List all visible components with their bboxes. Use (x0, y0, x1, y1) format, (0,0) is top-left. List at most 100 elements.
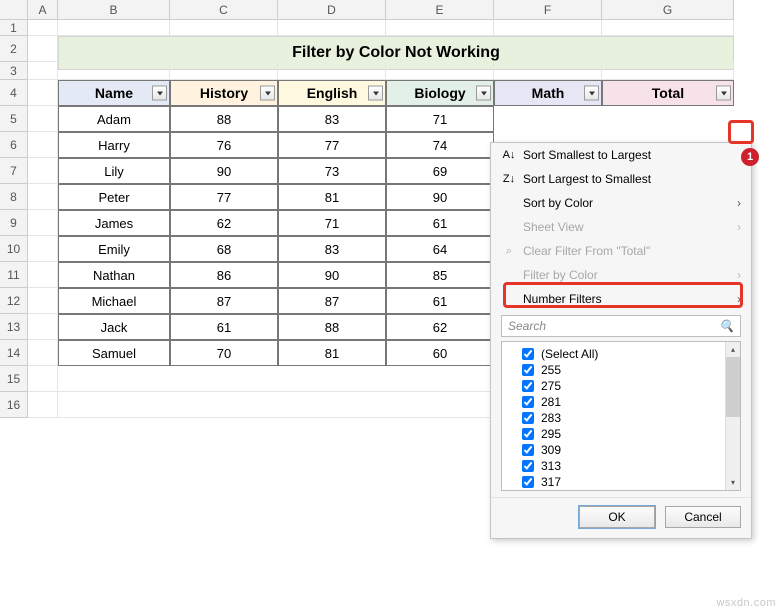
table-row[interactable]: 83 (278, 236, 386, 262)
table-row[interactable]: 88 (278, 314, 386, 340)
menu-sort-by-color[interactable]: Sort by Color › (491, 191, 751, 215)
row-6[interactable]: 6 (0, 132, 28, 158)
cancel-button[interactable]: Cancel (665, 506, 741, 528)
table-row[interactable]: Peter (58, 184, 170, 210)
table-row[interactable]: 86 (170, 262, 278, 288)
table-row[interactable]: 77 (278, 132, 386, 158)
table-row[interactable]: Lily (58, 158, 170, 184)
filter-dropdown-biology[interactable] (476, 86, 491, 101)
row-5[interactable]: 5 (0, 106, 28, 132)
checkbox-option[interactable] (522, 476, 534, 488)
table-row[interactable]: Jack (58, 314, 170, 340)
table-row[interactable]: 81 (278, 340, 386, 366)
row-13[interactable]: 13 (0, 314, 28, 340)
filter-dropdown-history[interactable] (260, 86, 275, 101)
col-G[interactable]: G (602, 0, 734, 20)
header-english: English (278, 80, 386, 106)
checkbox-option[interactable] (522, 396, 534, 408)
table-row[interactable]: Emily (58, 236, 170, 262)
header-total: Total (602, 80, 734, 106)
row-1[interactable]: 1 (0, 20, 28, 36)
table-row[interactable]: 73 (278, 158, 386, 184)
scroll-up-icon[interactable]: ▴ (726, 342, 740, 357)
table-row[interactable]: 90 (170, 158, 278, 184)
scroll-down-icon[interactable]: ▾ (726, 475, 740, 490)
filter-dropdown-name[interactable] (152, 86, 167, 101)
table-row[interactable]: 60 (386, 340, 494, 366)
table-row[interactable]: 64 (386, 236, 494, 262)
row-2[interactable]: 2 (0, 36, 28, 62)
table-row[interactable]: 61 (170, 314, 278, 340)
table-row[interactable]: 77 (170, 184, 278, 210)
ok-button[interactable]: OK (579, 506, 655, 528)
table-row[interactable]: 71 (278, 210, 386, 236)
filter-dropdown-math[interactable] (584, 86, 599, 101)
table-row[interactable]: 90 (386, 184, 494, 210)
table-row[interactable]: 90 (278, 262, 386, 288)
table-row[interactable]: 88 (170, 106, 278, 132)
row-10[interactable]: 10 (0, 236, 28, 262)
table-row[interactable]: 83 (278, 106, 386, 132)
chevron-right-icon: › (737, 268, 741, 282)
col-B[interactable]: B (58, 0, 170, 20)
row-3[interactable]: 3 (0, 62, 28, 80)
table-row[interactable]: 71 (386, 106, 494, 132)
table-row[interactable]: Nathan (58, 262, 170, 288)
checkbox-option[interactable] (522, 444, 534, 456)
table-row[interactable]: Adam (58, 106, 170, 132)
row-9[interactable]: 9 (0, 210, 28, 236)
row-11[interactable]: 11 (0, 262, 28, 288)
menu-sort-asc[interactable]: A↓ Sort Smallest to Largest (491, 143, 751, 167)
table-row[interactable]: 68 (170, 236, 278, 262)
filter-values-list[interactable]: (Select All) 255275281283295309313317 ▴ … (501, 341, 741, 491)
col-F[interactable]: F (494, 0, 602, 20)
table-row[interactable]: 62 (170, 210, 278, 236)
col-A[interactable]: A (28, 0, 58, 20)
header-history: History (170, 80, 278, 106)
scrollbar[interactable]: ▴ ▾ (725, 342, 740, 490)
row-headers: 1 2 3 4 5 6 7 8 9 10 11 12 13 14 15 16 (0, 20, 28, 418)
checkbox-option[interactable] (522, 364, 534, 376)
checkbox-select-all[interactable] (522, 348, 534, 360)
table-row[interactable]: 61 (386, 288, 494, 314)
table-row[interactable]: 74 (386, 132, 494, 158)
table-row[interactable]: 69 (386, 158, 494, 184)
chevron-right-icon: › (737, 196, 741, 210)
filter-search-input[interactable]: Search 🔍 (501, 315, 741, 337)
row-4[interactable]: 4 (0, 80, 28, 106)
column-headers: A B C D E F G (0, 0, 734, 20)
menu-sort-desc[interactable]: Z↓ Sort Largest to Smallest (491, 167, 751, 191)
table-row[interactable]: 87 (170, 288, 278, 314)
table-row[interactable]: James (58, 210, 170, 236)
table-row[interactable]: 76 (170, 132, 278, 158)
table-row[interactable]: Samuel (58, 340, 170, 366)
table-row[interactable]: Michael (58, 288, 170, 314)
checkbox-option[interactable] (522, 380, 534, 392)
table-row[interactable]: 81 (278, 184, 386, 210)
scroll-thumb[interactable] (726, 357, 740, 417)
checkbox-option[interactable] (522, 428, 534, 440)
table-row[interactable]: Harry (58, 132, 170, 158)
filter-dropdown-total[interactable] (716, 86, 731, 101)
menu-clear-filter: ⌕ Clear Filter From "Total" (491, 239, 751, 263)
table-row[interactable]: 87 (278, 288, 386, 314)
checkbox-option[interactable] (522, 412, 534, 424)
table-row[interactable]: 62 (386, 314, 494, 340)
row-12[interactable]: 12 (0, 288, 28, 314)
header-name: Name (58, 80, 170, 106)
row-8[interactable]: 8 (0, 184, 28, 210)
chevron-right-icon: › (737, 220, 741, 234)
row-16[interactable]: 16 (0, 392, 28, 418)
filter-dropdown-english[interactable] (368, 86, 383, 101)
row-15[interactable]: 15 (0, 366, 28, 392)
header-biology: Biology (386, 80, 494, 106)
col-D[interactable]: D (278, 0, 386, 20)
row-14[interactable]: 14 (0, 340, 28, 366)
table-row[interactable]: 70 (170, 340, 278, 366)
col-C[interactable]: C (170, 0, 278, 20)
row-7[interactable]: 7 (0, 158, 28, 184)
checkbox-option[interactable] (522, 460, 534, 472)
table-row[interactable]: 85 (386, 262, 494, 288)
col-E[interactable]: E (386, 0, 494, 20)
table-row[interactable]: 61 (386, 210, 494, 236)
